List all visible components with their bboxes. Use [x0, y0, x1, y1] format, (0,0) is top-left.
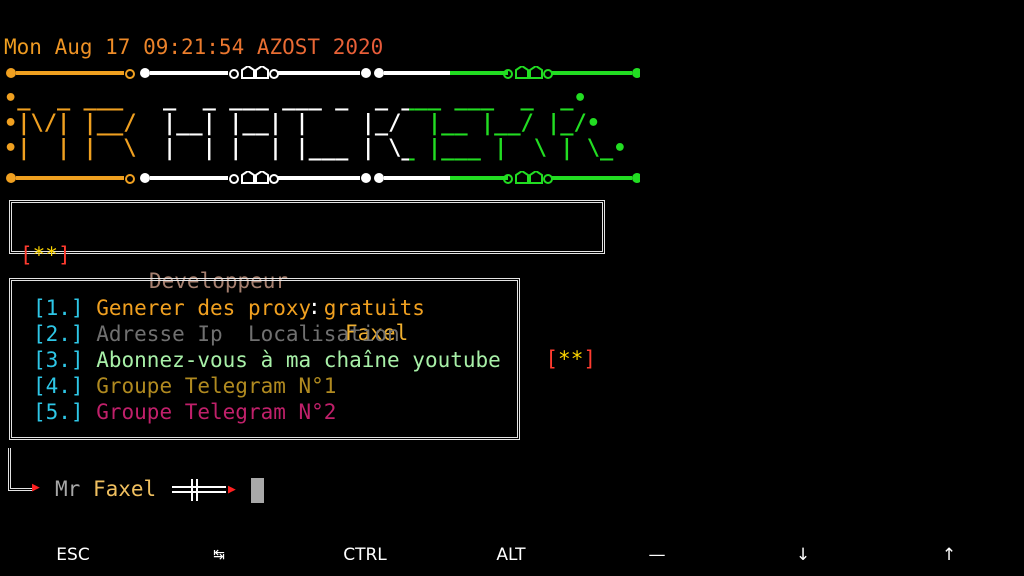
menu-box: [1.] Generer des proxy gratuits [2.] Adr… — [9, 278, 520, 440]
cross-connector-icon — [172, 477, 228, 509]
dash-key[interactable]: — — [584, 538, 730, 572]
menu-item-3[interactable]: [3.] Abonnez-vous à ma chaîne youtube — [33, 347, 501, 373]
menu-item-number: [1.] — [33, 296, 84, 320]
ctrl-key[interactable]: CTRL — [292, 538, 438, 572]
banner-line-3: •| | | \ | | | | |___ | \_ |___ | \ | \_… — [4, 136, 627, 161]
menu-item-label: Groupe Telegram N°2 — [96, 400, 337, 424]
developer-left-tag: [**] — [20, 243, 71, 267]
prompt-text: Mr Faxel — [55, 476, 156, 502]
menu-item-number: [4.] — [33, 374, 84, 398]
right-arrow-icon: ▶ — [32, 480, 40, 495]
ascii-art-banner: •_ _ ___ _ _ ___ ___ _ _ ___ ___ _ _• •|… — [4, 88, 627, 163]
menu-item-number: [5.] — [33, 400, 84, 424]
prompt-prefix: Mr — [55, 477, 81, 501]
prompt-user: Faxel — [92, 477, 157, 501]
menu-item-label: Adresse Ip Localisation — [96, 322, 400, 346]
menu-item-5[interactable]: [5.] Groupe Telegram N°2 — [33, 399, 336, 425]
menu-item-number: [2.] — [33, 322, 84, 346]
menu-item-label: Generer des proxy gratuits — [96, 296, 425, 320]
banner-line-1: •_ _ ___ _ _ ___ ___ _ _ ___ ___ _ _• — [4, 88, 627, 113]
tab-key-icon[interactable]: ↹ — [146, 538, 292, 572]
developer-box: [**] Developpeur : Faxel [**] — [9, 200, 605, 371]
banner-line-2: •|\/| |__/ |__| |__| | |_/ |__ |__/ |_/• — [4, 113, 627, 138]
arrow-up-key-icon[interactable]: ↑ — [876, 538, 1022, 572]
datetime-line: Mon Aug 17 09:21:54 AZOST 2020 — [4, 35, 384, 59]
menu-item-label: Groupe Telegram N°1 — [96, 374, 337, 398]
menu-item-2[interactable]: [2.] Adresse Ip Localisation — [33, 321, 400, 347]
menu-item-1[interactable]: [1.] Generer des proxy gratuits — [33, 295, 425, 321]
top-divider — [4, 66, 640, 80]
bottom-divider — [4, 171, 640, 185]
menu-item-number: [3.] — [33, 348, 84, 372]
prompt-frame — [8, 448, 33, 491]
prompt-arrow-icon: ▶ — [228, 482, 236, 497]
developer-right-tag: [**] — [545, 347, 596, 371]
menu-item-4[interactable]: [4.] Groupe Telegram N°1 — [33, 373, 336, 399]
arrow-down-key-icon[interactable]: ↓ — [730, 538, 876, 572]
terminal-cursor[interactable] — [251, 478, 264, 503]
alt-key[interactable]: ALT — [438, 538, 584, 572]
menu-item-label: Abonnez-vous à ma chaîne youtube — [96, 348, 501, 372]
esc-key[interactable]: ESC — [0, 538, 146, 572]
extra-keys-bar: ESC ↹ CTRL ALT — ↓ ↑ — [0, 538, 1024, 572]
